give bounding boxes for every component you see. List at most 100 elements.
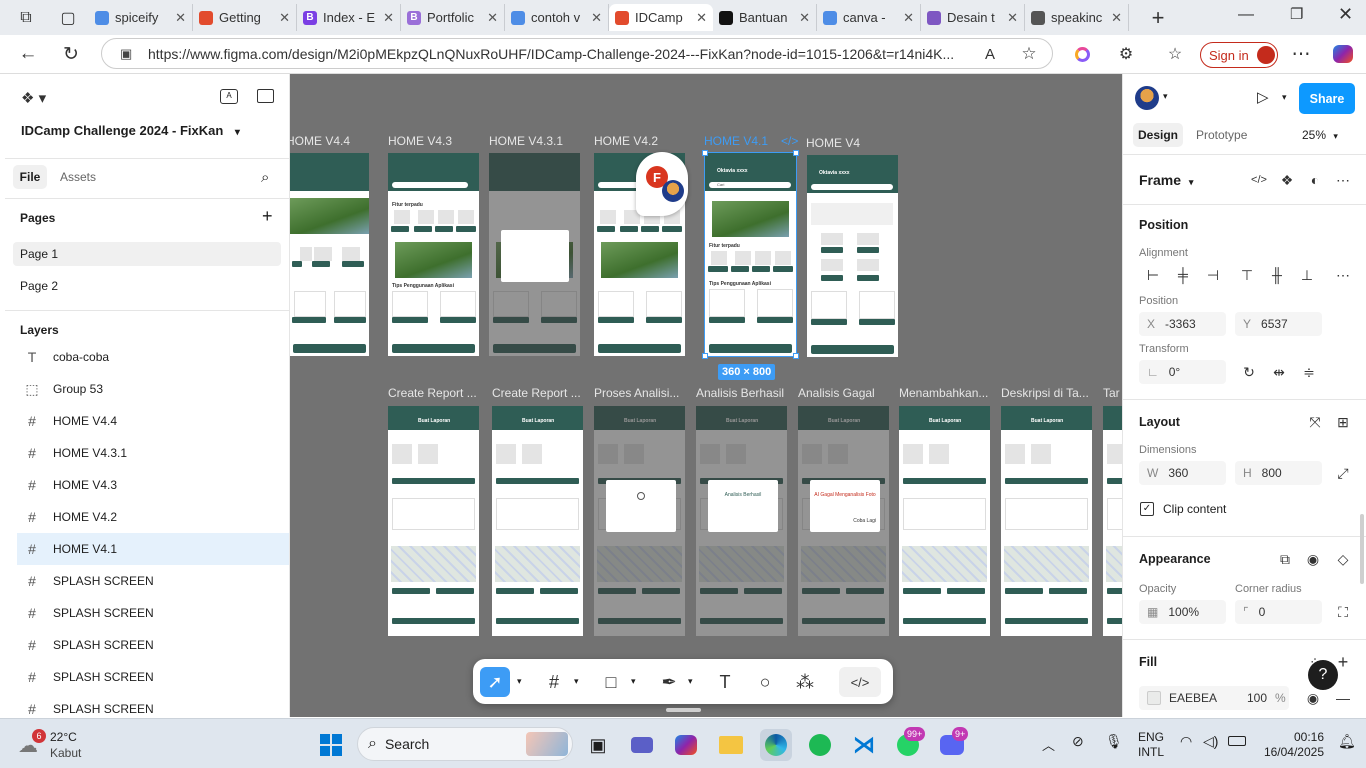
rotation-field[interactable]: ∟ 0° bbox=[1139, 360, 1226, 384]
panel-scrollbar[interactable] bbox=[1360, 514, 1364, 584]
copilot-sidebar-icon[interactable] bbox=[1330, 41, 1356, 67]
browser-tab[interactable]: speakinc ✕ bbox=[1025, 4, 1129, 31]
frame-label-analisis-berhasil[interactable]: Analisis Berhasil bbox=[696, 386, 784, 400]
resize-handle[interactable] bbox=[793, 353, 799, 359]
browser-tab[interactable]: contoh v ✕ bbox=[505, 4, 609, 31]
frame-label-home-v41[interactable]: HOME V4.1 bbox=[704, 134, 768, 148]
close-tab-icon[interactable]: ✕ bbox=[799, 10, 810, 26]
flip-horizontal-icon[interactable]: ⇹ bbox=[1269, 362, 1289, 382]
tab-file[interactable]: File bbox=[13, 165, 47, 189]
frame-label-create-report-2[interactable]: Create Report ... bbox=[492, 386, 581, 400]
frame-label-home-v4[interactable]: HOME V4 bbox=[806, 136, 860, 150]
close-tab-icon[interactable]: ✕ bbox=[1007, 10, 1018, 26]
browser-tab[interactable]: spiceify ✕ bbox=[89, 4, 193, 31]
ai-icon[interactable]: A bbox=[220, 89, 238, 104]
zoom-level[interactable]: 25% ▾ bbox=[1302, 128, 1338, 142]
close-tab-icon[interactable]: ✕ bbox=[175, 10, 186, 26]
frame-label-create-report-1[interactable]: Create Report ... bbox=[388, 386, 477, 400]
copilot-icon[interactable] bbox=[1069, 41, 1095, 67]
align-left-icon[interactable]: ⊢ bbox=[1143, 265, 1163, 285]
layer-item[interactable]: # HOME V4.1 bbox=[17, 533, 289, 565]
wifi-icon[interactable]: ◠ bbox=[1180, 733, 1192, 750]
workspaces-icon[interactable]: ⧉ bbox=[11, 3, 41, 33]
browser-tab[interactable]: IDCamp ✕ bbox=[609, 4, 713, 31]
align-center-h-icon[interactable]: ╪ bbox=[1173, 265, 1193, 285]
copilot-app-icon[interactable] bbox=[670, 729, 702, 761]
tab-design[interactable]: Design bbox=[1133, 123, 1183, 147]
x-position-field[interactable]: X -3363 bbox=[1139, 312, 1226, 336]
layer-item[interactable]: ⬚ Group 53 bbox=[17, 373, 289, 405]
align-top-icon[interactable]: ⊤ bbox=[1237, 265, 1257, 285]
close-tab-icon[interactable]: ✕ bbox=[487, 10, 498, 26]
chevron-down-icon[interactable]: ▾ bbox=[517, 676, 522, 687]
frame-label-home-v42[interactable]: HOME V4.2 bbox=[594, 134, 658, 148]
tab-assets[interactable]: Assets bbox=[60, 170, 96, 184]
browser-tab[interactable]: B Portfolic ✕ bbox=[401, 4, 505, 31]
task-view-icon[interactable]: ▣ bbox=[582, 729, 614, 761]
frame-label-home-v44[interactable]: HOME V4.4 bbox=[290, 134, 350, 148]
vscode-icon[interactable]: ⋊ bbox=[848, 729, 880, 761]
blend-mode-icon[interactable]: ◇ bbox=[1333, 549, 1353, 569]
favorites-icon[interactable]: ☆ bbox=[1162, 41, 1188, 67]
resize-handle[interactable] bbox=[793, 150, 799, 156]
align-bottom-icon[interactable]: ⊥ bbox=[1297, 265, 1317, 285]
layer-item[interactable]: # SPLASH SCREEN bbox=[17, 661, 289, 693]
layer-item[interactable]: # HOME V4.4 bbox=[17, 405, 289, 437]
toggle-sidebar-icon[interactable] bbox=[257, 89, 274, 103]
layer-item[interactable]: Tcoba-coba bbox=[17, 341, 289, 373]
frame-report-screen[interactable]: Buat LaporanAnalisis Berhasil bbox=[696, 406, 787, 636]
browser-tab[interactable]: Bantuan ✕ bbox=[713, 4, 817, 31]
close-tab-icon[interactable]: ✕ bbox=[1111, 10, 1122, 26]
sign-in-button[interactable]: Sign in bbox=[1200, 42, 1278, 68]
page-item-2[interactable]: Page 2 bbox=[20, 279, 58, 293]
frame-label-home-v43[interactable]: HOME V4.3 bbox=[388, 134, 452, 148]
frame-label-tar[interactable]: Tar bbox=[1103, 386, 1120, 400]
new-tab-button[interactable]: + bbox=[1143, 3, 1173, 33]
component-icon[interactable]: ❖ bbox=[1277, 170, 1297, 190]
resize-handle[interactable] bbox=[702, 353, 708, 359]
chevron-down-icon[interactable]: ▾ bbox=[688, 676, 693, 687]
layer-item[interactable]: # HOME V4.3 bbox=[17, 469, 289, 501]
frame-home-v431[interactable] bbox=[489, 153, 580, 356]
minimize-button[interactable]: — bbox=[1238, 6, 1254, 24]
more-options-icon[interactable]: ⋯ bbox=[1333, 170, 1353, 190]
frame-home-v41[interactable]: Oktavia xxxx Cari Fitur terpadu Tips Pen… bbox=[704, 152, 797, 357]
remove-fill-icon[interactable]: — bbox=[1333, 688, 1353, 708]
browser-tab[interactable]: Desain t ✕ bbox=[921, 4, 1025, 31]
styles-icon[interactable]: ⧉ bbox=[1275, 549, 1295, 569]
auto-layout-icon[interactable]: ⤧ bbox=[1305, 412, 1325, 432]
user-avatar[interactable] bbox=[1135, 86, 1159, 110]
frame-home-v43[interactable]: Fitur terpadu Tips Penggunaan Aplikasi bbox=[388, 153, 479, 356]
comment-tool-icon[interactable]: ○ bbox=[750, 667, 780, 697]
edge-browser-icon[interactable] bbox=[760, 729, 792, 761]
close-window-button[interactable]: ✕ bbox=[1338, 4, 1353, 25]
layer-item[interactable]: # SPLASH SCREEN bbox=[17, 565, 289, 597]
visibility-eye-icon[interactable]: ◉ bbox=[1303, 549, 1323, 569]
chevron-down-icon[interactable]: ▾ bbox=[574, 676, 579, 687]
frame-report-screen[interactable]: Buat Laporan bbox=[492, 406, 583, 636]
constrain-proportions-icon[interactable]: ⤢ bbox=[1333, 463, 1353, 483]
width-field[interactable]: W 360 bbox=[1139, 461, 1226, 485]
collaborator-avatar-bubble[interactable]: F bbox=[636, 152, 688, 216]
frame-report-screen[interactable]: Buat Laporan bbox=[899, 406, 990, 636]
notification-bell-icon[interactable]: 🔔︎ bbox=[1338, 733, 1356, 750]
close-tab-icon[interactable]: ✕ bbox=[279, 10, 290, 26]
site-info-icon[interactable]: ▣ bbox=[120, 46, 132, 62]
read-aloud-icon[interactable]: A bbox=[977, 41, 1003, 67]
clock[interactable]: 00:16 16/04/2025 bbox=[1258, 730, 1324, 760]
page-item-1[interactable]: Page 1 bbox=[13, 242, 281, 266]
pen-tool-icon[interactable]: ✒ bbox=[654, 667, 684, 697]
mask-icon[interactable]: ◐ bbox=[1305, 170, 1325, 190]
browser-tab[interactable]: Getting ✕ bbox=[193, 4, 297, 31]
url-field[interactable]: ▣ https://www.figma.com/design/M2i0pMEkp… bbox=[101, 38, 1053, 69]
y-position-field[interactable]: Y 6537 bbox=[1235, 312, 1322, 336]
frame-label-home-v431[interactable]: HOME V4.3.1 bbox=[489, 134, 563, 148]
browser-tab[interactable]: B Index - E ✕ bbox=[297, 4, 401, 31]
move-tool-icon[interactable]: ➚ bbox=[480, 667, 510, 697]
fill-visibility-icon[interactable]: ◉ bbox=[1303, 688, 1323, 708]
frame-tool-icon[interactable]: # bbox=[539, 667, 569, 697]
design-canvas[interactable]: HOME V4.4 HOME V4.3 HOME V4.3.1 HOME V4.… bbox=[290, 74, 1122, 717]
show-hidden-icons[interactable]: ︿ bbox=[1042, 735, 1055, 754]
chevron-down-icon[interactable]: ▾ bbox=[631, 676, 636, 687]
restore-button[interactable]: ❐ bbox=[1290, 5, 1303, 23]
